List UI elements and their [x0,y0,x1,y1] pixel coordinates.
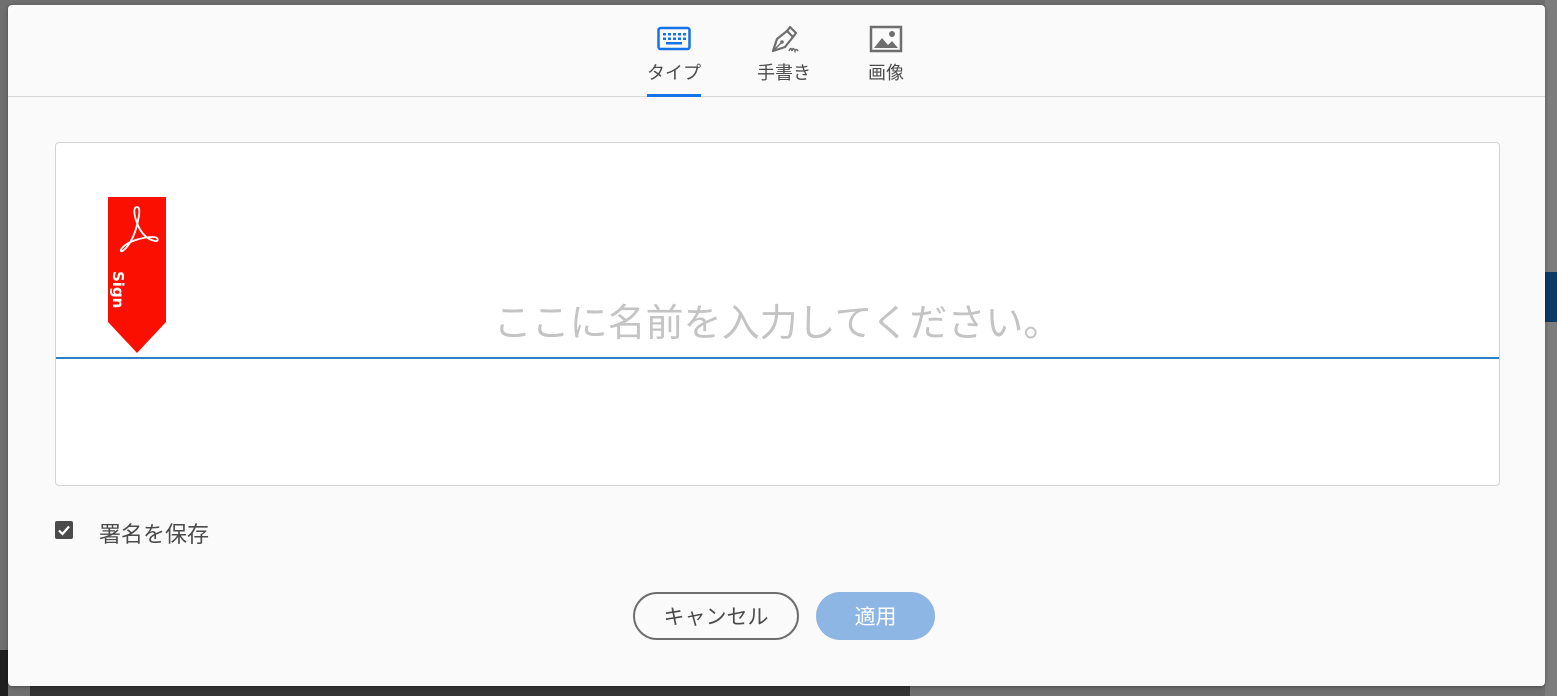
background-page-edge [0,650,8,696]
tab-draw[interactable]: 手書き [753,5,815,96]
signature-input-area[interactable]: Sign [55,142,1500,486]
tab-image[interactable]: 画像 [858,5,914,96]
tab-draw-label: 手書き [757,63,811,84]
background-panel-accent [1545,272,1557,322]
background-document-heading [30,686,910,696]
tab-image-label: 画像 [868,63,904,84]
tab-type-label: タイプ [647,63,701,84]
background-scrollbar-area [1545,0,1557,696]
image-icon [869,25,903,53]
tab-type[interactable]: タイプ [647,5,701,97]
signature-baseline [56,357,1499,359]
signature-mode-tabs: タイプ 手書き 画像 [8,5,1545,97]
checkmark-icon [58,525,70,536]
save-signature-label: 署名を保存 [99,523,210,548]
keyboard-icon [657,25,691,53]
apply-button[interactable]: 適用 [816,592,935,640]
signature-name-input[interactable] [56,293,1499,353]
signature-dialog: タイプ 手書き 画像 Sign ここに名前を入力してください。 署名を保存 キャ… [8,5,1545,686]
acrobat-icon [115,201,159,257]
pen-icon [767,25,801,54]
save-signature-checkbox[interactable] [55,521,73,539]
cancel-button[interactable]: キャンセル [633,592,799,640]
